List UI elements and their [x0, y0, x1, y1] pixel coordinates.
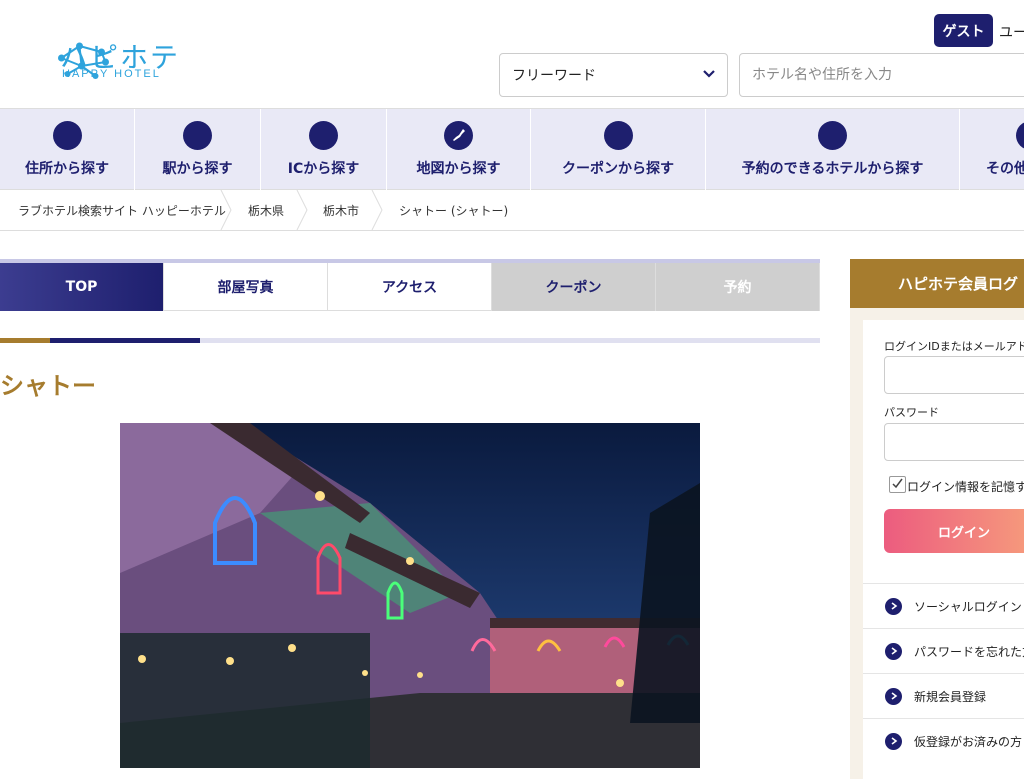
- nav-label: ICから探す: [287, 161, 360, 177]
- calendar-icon: [818, 121, 847, 150]
- link-label: 仮登録がお済みの方: [914, 734, 1023, 749]
- progress-gold: [0, 338, 50, 343]
- breadcrumb-separator-icon: [220, 190, 232, 230]
- breadcrumb-item-city[interactable]: 栃木市: [323, 190, 359, 230]
- user-label[interactable]: ユー: [999, 22, 1024, 42]
- hotel-name: シャトー: [0, 372, 96, 400]
- nav-item-station[interactable]: 駅から探す: [135, 109, 261, 191]
- train-icon: [183, 121, 212, 150]
- breadcrumb-item-prefecture[interactable]: 栃木県: [248, 190, 284, 230]
- chevron-right-icon: [885, 597, 902, 615]
- tab-coupon[interactable]: クーポン: [492, 263, 656, 311]
- password-field[interactable]: [884, 423, 1024, 461]
- chevron-down-icon: [703, 70, 715, 78]
- social-login-link[interactable]: ソーシャルログイン: [863, 583, 1024, 628]
- provisional-registration-link[interactable]: 仮登録がお済みの方: [863, 718, 1024, 763]
- japan-map-glyph-icon: [452, 128, 465, 141]
- guest-badge: ゲスト: [934, 14, 993, 47]
- chevron-right-icon: [885, 642, 902, 660]
- progress-navy: [50, 338, 200, 343]
- nav-label: 駅から探す: [162, 161, 233, 177]
- more-icon: [1016, 121, 1024, 150]
- nav-label: クーポンから探す: [562, 161, 674, 177]
- highway-icon: [309, 121, 338, 150]
- hotel-exterior-photo: [120, 423, 700, 768]
- login-button[interactable]: ログイン: [884, 509, 1024, 553]
- search-nav: 住所から探す 駅から探す ICから探す 地図から探す クーポンから探す 予約ので…: [0, 108, 1024, 191]
- nav-item-map[interactable]: 地図から探す: [387, 109, 531, 191]
- breadcrumb-separator-icon: [296, 190, 308, 230]
- coupon-icon: [603, 121, 633, 150]
- tab-access[interactable]: アクセス: [328, 263, 492, 311]
- tab-room-photos[interactable]: 部屋写真: [164, 263, 328, 311]
- forgot-password-link[interactable]: パスワードを忘れた方: [863, 628, 1024, 673]
- nav-item-coupon[interactable]: クーポンから探す: [531, 109, 706, 191]
- link-label: パスワードを忘れた方: [914, 644, 1024, 659]
- search-input[interactable]: [739, 53, 1024, 97]
- nav-item-ic[interactable]: ICから探す: [261, 109, 387, 191]
- chevron-right-icon: [885, 687, 902, 705]
- remember-checkbox[interactable]: [889, 476, 906, 493]
- address-icon: [52, 121, 82, 150]
- login-id-field[interactable]: [884, 356, 1024, 394]
- login-id-label: ログインIDまたはメールアド: [884, 340, 1024, 353]
- tab-top[interactable]: TOP: [0, 263, 164, 311]
- nav-label: その他: [986, 161, 1024, 177]
- site-header: ハピホテ HAPPY HOTEL ゲスト ユー フリーワード: [0, 0, 1024, 108]
- nav-label: 予約のできるホテルから探す: [741, 161, 924, 177]
- japan-map-icon: [444, 121, 473, 150]
- nav-item-address[interactable]: 住所から探す: [0, 109, 135, 191]
- logo-subtext: HAPPY HOTEL: [62, 68, 161, 80]
- breadcrumb-separator-icon: [371, 190, 383, 230]
- breadcrumb: ラブホテル検索サイト ハッピーホテル 栃木県 栃木市 シャトー (シャトー): [0, 190, 1024, 231]
- chevron-right-icon: [885, 732, 902, 750]
- check-icon: [892, 478, 903, 489]
- password-label: パスワード: [884, 406, 939, 419]
- link-label: ソーシャルログイン: [914, 599, 1022, 614]
- nav-item-other[interactable]: その他: [960, 109, 1024, 191]
- remember-label: ログイン情報を記憶す: [907, 480, 1024, 494]
- login-panel-title: ハピホテ会員ログ: [850, 259, 1024, 308]
- breadcrumb-item-hotel: シャトー (シャトー): [399, 203, 509, 218]
- search-type-value: フリーワード: [512, 68, 596, 84]
- nav-label: 地図から探す: [416, 161, 501, 177]
- register-link[interactable]: 新規会員登録: [863, 673, 1024, 718]
- search-type-select[interactable]: フリーワード: [499, 53, 728, 97]
- section-progress-bar: [0, 338, 820, 343]
- nav-item-reservable[interactable]: 予約のできるホテルから探す: [706, 109, 960, 191]
- breadcrumb-item-home[interactable]: ラブホテル検索サイト ハッピーホテル: [18, 190, 226, 230]
- link-label: 新規会員登録: [914, 689, 987, 704]
- tab-reserve: 予約: [656, 263, 820, 311]
- nav-label: 住所から探す: [25, 161, 109, 177]
